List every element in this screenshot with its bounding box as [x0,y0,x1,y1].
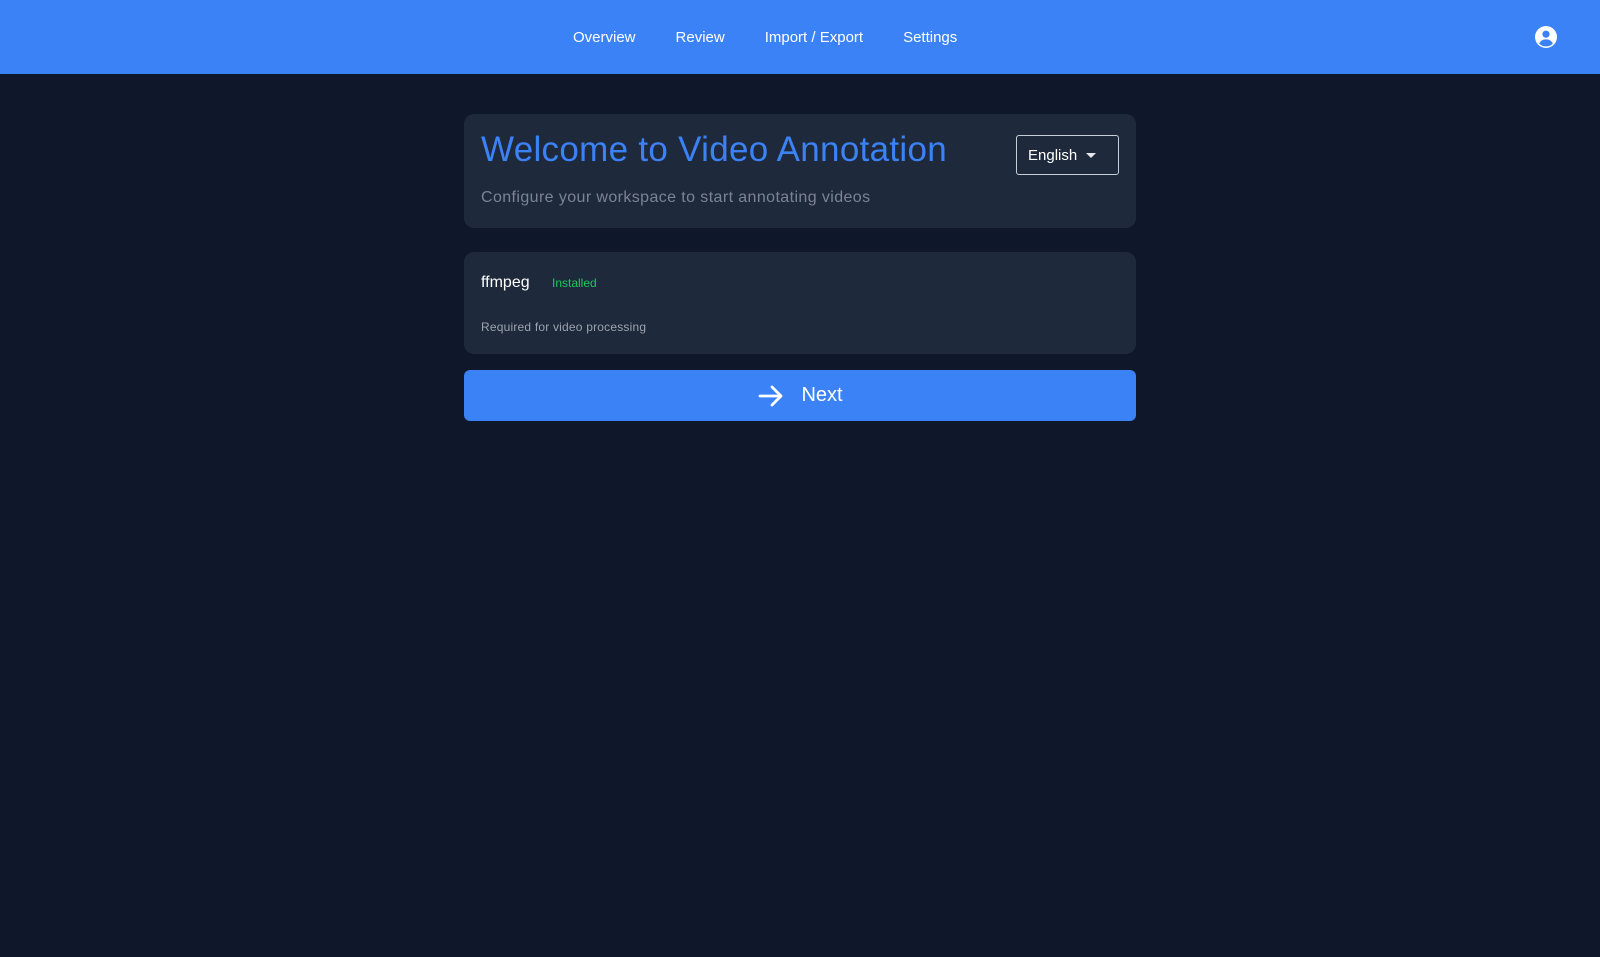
top-navigation-bar: Overview Review Import / Export Settings [0,0,1600,74]
account-circle-icon [1535,26,1557,48]
next-button-label: Next [801,384,843,406]
welcome-card: Welcome to Video Annotation Configure yo… [464,114,1136,228]
dependency-description: Required for video processing [481,320,647,334]
status-badge: Installed [552,276,597,290]
language-select-value: English [1028,146,1078,164]
user-account-button[interactable] [1534,25,1558,49]
dependency-card-ffmpeg: ffmpeg Installed Required for video proc… [464,252,1136,354]
page-subtitle: Configure your workspace to start annota… [481,189,871,206]
dependency-name: ffmpeg [481,274,530,291]
chevron-down-icon [1086,153,1096,158]
nav-item-review[interactable]: Review [656,21,745,54]
main-nav: Overview Review Import / Export Settings [553,0,977,74]
next-button[interactable]: Next [464,370,1136,421]
page-title: Welcome to Video Annotation [481,130,948,169]
nav-item-settings[interactable]: Settings [883,21,977,54]
nav-item-import-export[interactable]: Import / Export [745,21,883,54]
arrow-right-icon [759,385,783,406]
language-select[interactable]: English [1016,135,1119,175]
nav-item-overview[interactable]: Overview [553,21,656,54]
